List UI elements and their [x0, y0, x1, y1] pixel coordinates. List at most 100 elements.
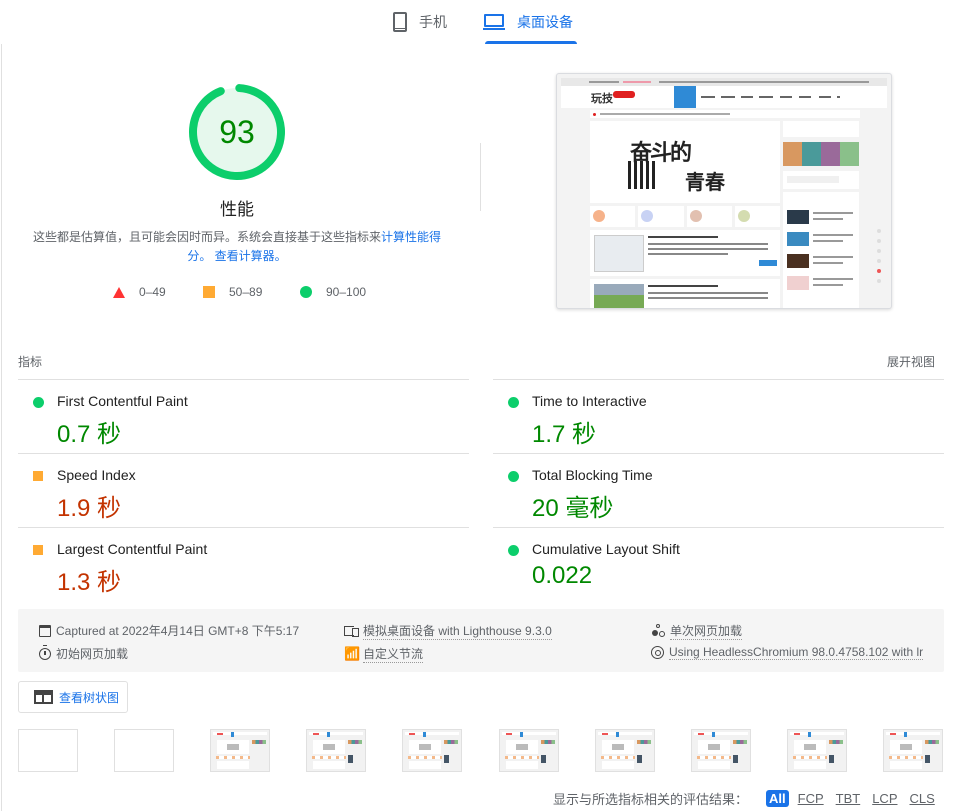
meta-load-type-text: 单次网页加载	[670, 624, 743, 640]
view-treemap-button[interactable]: 查看树状图	[18, 681, 128, 713]
meta-device[interactable]: 模拟桌面设备 with Lighthouse 9.3.0	[344, 622, 564, 640]
meta-captured: Captured at 2022年4月14日 GMT+8 下午5:17	[39, 622, 299, 639]
meta-load-type[interactable]: 单次网页加载	[651, 622, 743, 640]
tab-mobile-label: 手机	[419, 14, 447, 30]
metric-si: Speed Index 1.9 秒	[18, 453, 469, 527]
filter-chip-cls[interactable]: CLS	[907, 791, 938, 806]
metric-title: Cumulative Layout Shift	[532, 541, 680, 557]
circle-pass-icon	[508, 545, 519, 556]
filmstrip-frame	[883, 729, 943, 772]
site-hot-list	[783, 192, 859, 308]
site-hero-banner: 奋斗的 青春	[590, 121, 780, 203]
tab-desktop[interactable]: 桌面设备	[483, 0, 577, 44]
metric-value: 1.9 秒	[57, 495, 122, 522]
throttling-icon: 📶	[344, 646, 361, 661]
metric-title: Time to Interactive	[532, 393, 647, 409]
site-sidebar-box	[783, 121, 859, 137]
circle-pass-icon	[33, 397, 44, 408]
filmstrip-frame	[787, 729, 847, 772]
circle-pass-icon	[508, 471, 519, 482]
runtime-settings: Captured at 2022年4月14日 GMT+8 下午5:17 模拟桌面…	[18, 609, 944, 672]
metric-tbt: Total Blocking Time 20 毫秒	[493, 453, 944, 527]
metric-cls: Cumulative Layout Shift 0.022	[493, 527, 944, 601]
metric-fcp: First Contentful Paint 0.7 秒	[18, 379, 469, 453]
phone-icon	[393, 12, 407, 32]
metric-title: Total Blocking Time	[532, 467, 653, 483]
metric-title: Speed Index	[57, 467, 136, 483]
meta-initial-load-text: 初始网页加载	[56, 647, 129, 661]
legend-pass-range: 90–100	[326, 285, 367, 299]
treemap-icon	[34, 690, 53, 704]
site-breadcrumb	[590, 110, 860, 118]
meta-browser[interactable]: Using HeadlessChromium 98.0.4758.102 wit…	[651, 645, 923, 660]
square-icon	[203, 286, 215, 298]
gauge-description-text: 这些都是估算值，且可能会因时而异。系统会直接基于这些指标来	[32, 230, 381, 244]
site-post-1	[590, 230, 780, 276]
view-treemap-label: 查看树状图	[59, 690, 120, 705]
performance-gauge[interactable]: 93	[189, 84, 285, 180]
meta-initial-load: 初始网页加载	[39, 645, 128, 662]
legend-fail: 0–49	[113, 285, 166, 299]
site-category-cards	[590, 206, 780, 227]
metric-value: 0.7 秒	[57, 421, 122, 448]
circle-icon	[300, 286, 312, 298]
site-search-box	[783, 171, 859, 189]
metric-tti: Time to Interactive 1.7 秒	[493, 379, 944, 453]
timer-icon	[39, 645, 51, 660]
meta-captured-text: Captured at 2022年4月14日 GMT+8 下午5:17	[56, 624, 300, 638]
filmstrip-frame	[18, 729, 78, 772]
site-header: 玩技	[561, 86, 887, 108]
meta-device-text: 模拟桌面设备 with Lighthouse 9.3.0	[363, 624, 552, 640]
score-legend: 0–49 50–89 90–100	[0, 285, 474, 303]
metric-value: 20 毫秒	[532, 495, 614, 522]
legend-fail-range: 0–49	[139, 285, 166, 299]
meta-browser-text: Using HeadlessChromium 98.0.4758.102 wit…	[669, 645, 923, 660]
filmstrip-frame	[402, 729, 462, 772]
gauge-title: 性能	[220, 200, 254, 219]
view-calculator-link[interactable]: 查看计算器。	[215, 249, 287, 263]
site-logo-badge	[613, 91, 635, 98]
gauge-description: 这些都是估算值，且可能会因时而异。系统会直接基于这些指标来计算性能得分。 查看计…	[30, 228, 444, 266]
site-hero-figures	[628, 161, 658, 189]
devices-icon	[344, 624, 359, 638]
square-average-icon	[33, 471, 43, 481]
circle-pass-icon	[508, 397, 519, 408]
filter-chip-tbt[interactable]: TBT	[833, 791, 864, 806]
final-screenshot[interactable]: 玩技 奋斗的 青春	[556, 73, 892, 309]
metric-lcp: Largest Contentful Paint 1.3 秒	[18, 527, 469, 601]
metric-filter: 显示与所选指标相关的评估结果： All FCP TBT LCP CLS	[553, 789, 938, 808]
site-hero-sub: 青春	[685, 170, 725, 194]
site-nav-active	[674, 86, 696, 108]
performance-score: 93	[219, 113, 255, 150]
metrics-header: 指标	[18, 355, 43, 369]
square-average-icon	[33, 545, 43, 555]
metric-title: First Contentful Paint	[57, 393, 188, 409]
filter-chip-all[interactable]: All	[766, 790, 789, 807]
filmstrip-frame	[595, 729, 655, 772]
metric-title: Largest Contentful Paint	[57, 541, 208, 557]
expand-view-toggle[interactable]: 展开视图	[887, 353, 935, 370]
filmstrip-frame	[306, 729, 366, 772]
triangle-icon	[113, 286, 125, 298]
filter-chip-lcp[interactable]: LCP	[869, 791, 900, 806]
filmstrip-frame	[210, 729, 270, 772]
site-logo: 玩技	[591, 92, 613, 105]
meta-throttling[interactable]: 📶 自定义节流	[344, 645, 424, 663]
chrome-icon	[651, 646, 664, 659]
filmstrip-frame	[691, 729, 751, 772]
filmstrip-frame	[499, 729, 559, 772]
metric-value: 1.3 秒	[57, 569, 122, 596]
vertical-divider	[480, 143, 481, 211]
filmstrip-frame	[114, 729, 174, 772]
metric-value: 0.022	[532, 562, 593, 589]
calendar-icon	[39, 624, 51, 637]
filter-chip-fcp[interactable]: FCP	[795, 791, 827, 806]
legend-average: 50–89	[203, 285, 262, 299]
tab-mobile[interactable]: 手机	[393, 0, 447, 44]
report-left-border	[1, 44, 2, 811]
site-sidebar-tiles	[783, 142, 859, 166]
tab-desktop-label: 桌面设备	[517, 14, 573, 30]
single-load-icon	[651, 624, 665, 638]
metric-filter-label: 显示与所选指标相关的评估结果：	[553, 792, 749, 807]
device-tabs: 手机 桌面设备	[0, 0, 960, 44]
